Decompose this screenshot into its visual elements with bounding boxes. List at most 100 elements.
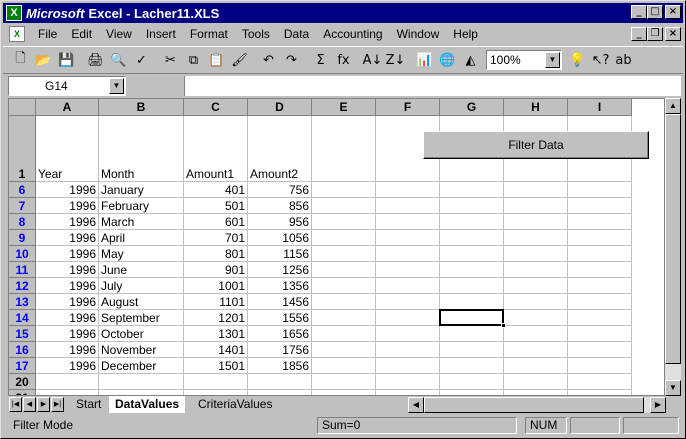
next-sheet-icon[interactable]: ▶ xyxy=(37,397,50,412)
edit-box-icon[interactable]: ab xyxy=(612,49,635,71)
scroll-left-icon[interactable]: ◀ xyxy=(408,397,424,413)
row-header[interactable]: 13 xyxy=(9,294,36,310)
workbook-icon[interactable]: X xyxy=(9,26,25,42)
horizontal-scroll-thumb[interactable] xyxy=(424,397,644,413)
row-header[interactable]: 6 xyxy=(9,182,36,198)
column-header-f[interactable]: F xyxy=(376,99,440,116)
scroll-up-icon[interactable]: ▲ xyxy=(665,98,681,114)
cell-year[interactable]: 1996 xyxy=(36,214,98,230)
cell-month[interactable]: May xyxy=(99,246,183,262)
cell-year[interactable]: 1996 xyxy=(36,326,98,342)
vertical-scrollbar[interactable]: ▲ ▼ xyxy=(665,98,681,396)
cell-amount2[interactable]: 756 xyxy=(248,182,311,198)
name-box[interactable]: G14 ▼ xyxy=(8,76,126,96)
menu-data[interactable]: Data xyxy=(277,27,316,41)
new-icon[interactable]: 🗋 xyxy=(9,49,32,71)
cell-amount1[interactable]: 1401 xyxy=(184,342,247,358)
tip-wizard-icon[interactable]: 💡 xyxy=(566,49,589,71)
prev-sheet-icon[interactable]: ◀ xyxy=(23,397,36,412)
sheet-tab-criteriavalues[interactable]: CriteriaValues xyxy=(192,396,278,413)
menu-insert[interactable]: Insert xyxy=(139,27,183,41)
row-header[interactable]: 16 xyxy=(9,342,36,358)
cell-month[interactable]: June xyxy=(99,262,183,278)
column-label-amount1[interactable]: Amount1 xyxy=(184,166,247,182)
cell-year[interactable]: 1996 xyxy=(36,310,98,326)
cell-amount2[interactable]: 1656 xyxy=(248,326,311,342)
cell-amount1[interactable]: 701 xyxy=(184,230,247,246)
cell-amount1[interactable]: 1201 xyxy=(184,310,247,326)
zoom-dropdown-icon[interactable]: ▼ xyxy=(545,52,560,68)
first-sheet-icon[interactable]: |◀ xyxy=(9,397,22,412)
cell-month[interactable]: November xyxy=(99,342,183,358)
doc-minimize-button[interactable]: _ xyxy=(631,27,647,41)
fill-handle[interactable] xyxy=(501,323,506,328)
maximize-button[interactable]: □ xyxy=(647,5,663,19)
cut-icon[interactable]: ✂ xyxy=(159,49,182,71)
cell-amount1[interactable]: 801 xyxy=(184,246,247,262)
select-all-corner[interactable] xyxy=(9,99,36,116)
sheet-tab-datavalues[interactable]: DataValues xyxy=(109,396,186,413)
menu-file[interactable]: File xyxy=(31,27,64,41)
column-header-e[interactable]: E xyxy=(312,99,376,116)
chart-wizard-icon[interactable]: 📊 xyxy=(413,49,436,71)
cell-year[interactable]: 1996 xyxy=(36,182,98,198)
redo-icon[interactable]: ↷ xyxy=(280,49,303,71)
row-header[interactable]: 8 xyxy=(9,214,36,230)
cell-amount2[interactable]: 1556 xyxy=(248,310,311,326)
help-pointer-icon[interactable]: ↖? xyxy=(589,49,612,71)
column-label-month[interactable]: Month xyxy=(99,166,183,182)
vertical-scroll-thumb[interactable] xyxy=(665,114,681,364)
sheet-tab-start[interactable]: Start xyxy=(70,396,107,413)
cell-amount1[interactable]: 501 xyxy=(184,198,247,214)
column-label-year[interactable]: Year xyxy=(36,166,98,182)
column-header-c[interactable]: C xyxy=(184,99,248,116)
menu-edit[interactable]: Edit xyxy=(64,27,99,41)
cell-month[interactable]: October xyxy=(99,326,183,342)
map-icon[interactable]: 🌐 xyxy=(436,49,459,71)
doc-restore-button[interactable]: ❐ xyxy=(647,27,663,41)
cell-month[interactable]: January xyxy=(99,182,183,198)
row-header[interactable]: 15 xyxy=(9,326,36,342)
menu-accounting[interactable]: Accounting xyxy=(316,27,389,41)
cell-amount2[interactable]: 1356 xyxy=(248,278,311,294)
cell-month[interactable]: September xyxy=(99,310,183,326)
cell-month[interactable]: December xyxy=(99,358,183,374)
print-preview-icon[interactable]: 🔍 xyxy=(107,49,130,71)
minimize-button[interactable]: _ xyxy=(631,5,647,19)
menu-help[interactable]: Help xyxy=(446,27,485,41)
title-bar[interactable]: X Microsoft Excel - Lacher11.XLS _ □ × xyxy=(3,3,683,23)
row-header[interactable]: 12 xyxy=(9,278,36,294)
menu-window[interactable]: Window xyxy=(390,27,447,41)
column-header-h[interactable]: H xyxy=(504,99,568,116)
column-header-a[interactable]: A xyxy=(36,99,99,116)
row-header[interactable]: 9 xyxy=(9,230,36,246)
scroll-right-icon[interactable]: ▶ xyxy=(650,397,666,413)
drawing-icon[interactable]: ◭ xyxy=(459,49,482,71)
cell-amount2[interactable]: 1256 xyxy=(248,262,311,278)
filter-data-button[interactable]: Filter Data xyxy=(423,131,649,159)
row-header[interactable]: 1 xyxy=(9,116,36,182)
cell-year[interactable]: 1996 xyxy=(36,230,98,246)
cell-amount2[interactable]: 1156 xyxy=(248,246,311,262)
cell-amount2[interactable]: 856 xyxy=(248,198,311,214)
cell-year[interactable]: 1996 xyxy=(36,358,98,374)
row-header[interactable]: 17 xyxy=(9,358,36,374)
excel-x-icon[interactable]: X xyxy=(6,5,22,21)
zoom-select[interactable]: 100% ▼ xyxy=(486,50,562,70)
selected-cell-g14[interactable] xyxy=(439,309,504,326)
cell-month[interactable]: February xyxy=(99,198,183,214)
cell-year[interactable]: 1996 xyxy=(36,278,98,294)
cell-year[interactable]: 1996 xyxy=(36,198,98,214)
function-wizard-icon[interactable]: fx xyxy=(332,49,355,71)
cell-amount2[interactable]: 956 xyxy=(248,214,311,230)
cell-year[interactable]: 1996 xyxy=(36,342,98,358)
column-header-d[interactable]: D xyxy=(248,99,312,116)
autosum-icon[interactable]: Σ xyxy=(309,49,332,71)
menu-format[interactable]: Format xyxy=(183,27,235,41)
column-header-b[interactable]: B xyxy=(99,99,184,116)
horizontal-scrollbar[interactable]: ◀ ▶ xyxy=(408,397,666,413)
paste-icon[interactable]: 📋 xyxy=(205,49,228,71)
column-header-g[interactable]: G xyxy=(440,99,504,116)
cell-month[interactable]: March xyxy=(99,214,183,230)
formula-input[interactable] xyxy=(184,76,681,96)
